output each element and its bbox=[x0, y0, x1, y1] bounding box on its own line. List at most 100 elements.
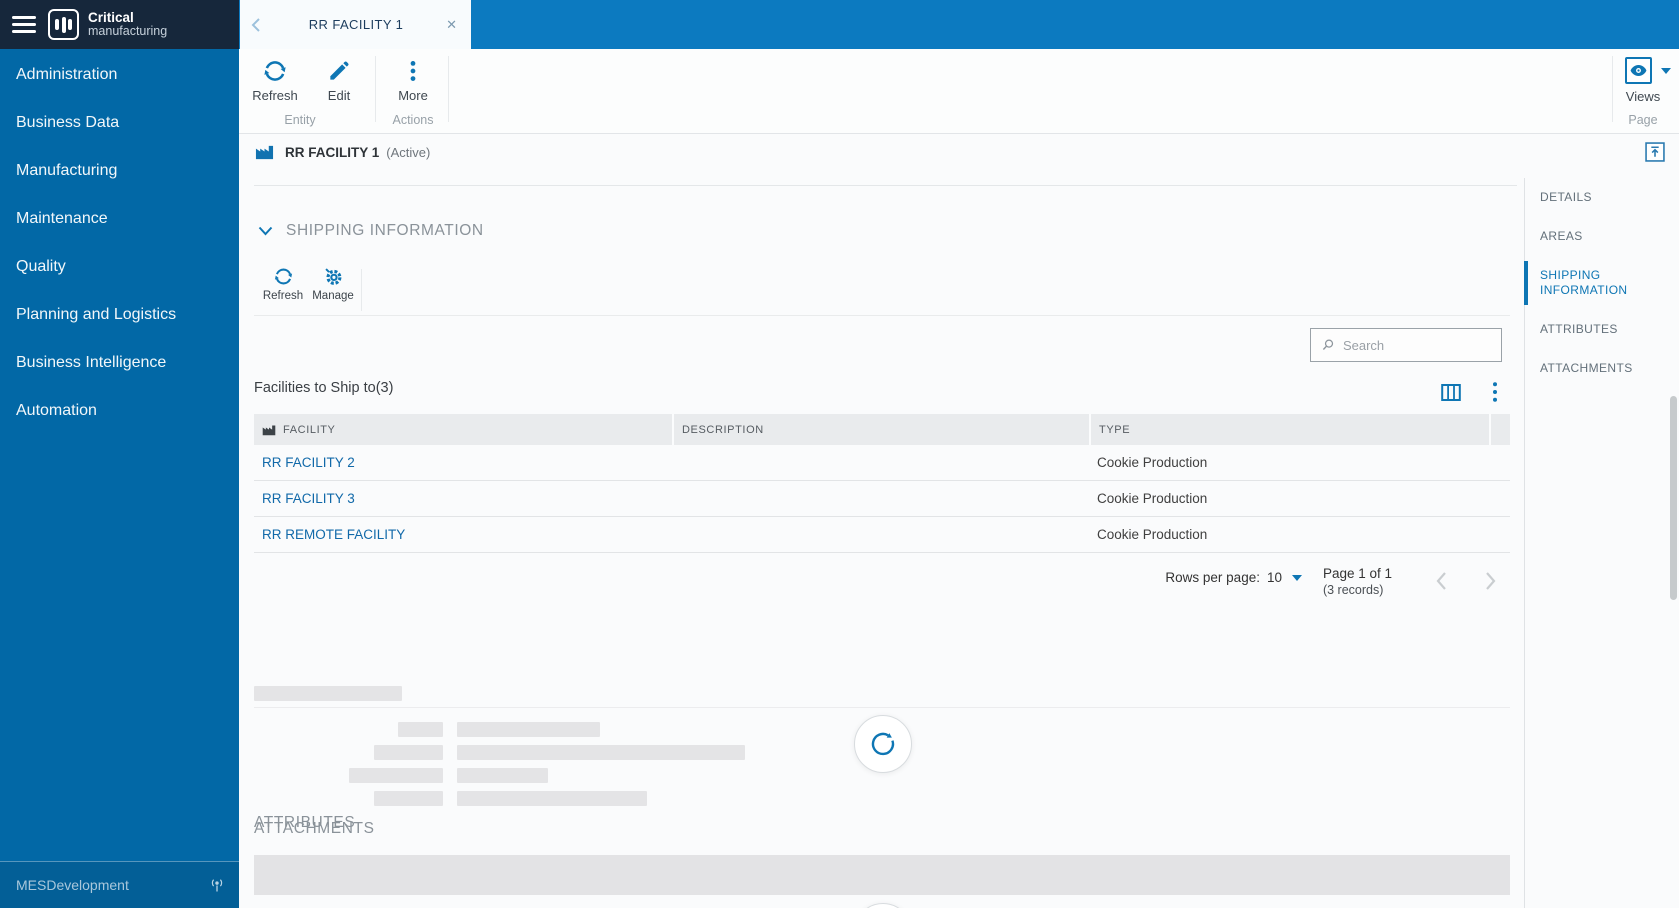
right-nav-shipping-information[interactable]: SHIPPING INFORMATION bbox=[1525, 256, 1650, 310]
type-cell: Cookie Production bbox=[1089, 481, 1489, 517]
sidebar-item-planning-and-logistics[interactable]: Planning and Logistics bbox=[0, 291, 239, 339]
divider bbox=[254, 707, 1510, 708]
connection-status-icon bbox=[209, 878, 225, 893]
sidebar-item-administration[interactable]: Administration bbox=[0, 51, 239, 99]
brand-name: Criticalmanufacturing bbox=[88, 11, 167, 38]
breadcrumb-title: RR FACILITY 1 bbox=[285, 145, 379, 160]
type-cell: Cookie Production bbox=[1089, 517, 1489, 553]
spacer-cell bbox=[1489, 481, 1510, 517]
skeleton-bar bbox=[374, 791, 443, 806]
main-content: SHIPPING INFORMATION Refresh Manage bbox=[239, 170, 1679, 908]
sidebar-item-business-intelligence[interactable]: Business Intelligence bbox=[0, 339, 239, 387]
right-nav-areas[interactable]: AREAS bbox=[1525, 217, 1650, 256]
facilities-table: FACILITY DESCRIPTION TYPE RR FACILITY 2 C… bbox=[254, 414, 1510, 553]
group-label-page: Page bbox=[1613, 113, 1673, 127]
sidebar-item-automation[interactable]: Automation bbox=[0, 387, 239, 435]
ribbon-divider bbox=[375, 56, 376, 122]
app-root: AdministrationBusiness DataManufacturing… bbox=[0, 0, 1679, 908]
loading-spinner bbox=[854, 903, 912, 908]
facility-link[interactable]: RR REMOTE FACILITY bbox=[262, 527, 405, 542]
menu-toggle-button[interactable] bbox=[12, 16, 36, 34]
spacer-cell bbox=[1489, 517, 1510, 553]
description-cell bbox=[672, 481, 1089, 517]
topbar: Criticalmanufacturing RR FACILITY 1 ✕ bbox=[0, 0, 1679, 49]
collapse-chevron-icon[interactable] bbox=[258, 226, 273, 236]
right-nav-attributes[interactable]: ATTRIBUTES bbox=[1525, 310, 1650, 349]
tab-back-icon[interactable] bbox=[248, 15, 266, 35]
edit-icon bbox=[326, 58, 352, 84]
refresh-button[interactable]: Refresh bbox=[244, 58, 306, 103]
previous-page-icon[interactable] bbox=[1435, 570, 1448, 592]
type-cell: Cookie Production bbox=[1089, 445, 1489, 481]
scrollbar-thumb[interactable] bbox=[1670, 396, 1677, 600]
search-icon bbox=[1321, 337, 1335, 353]
more-button[interactable]: More bbox=[382, 58, 444, 103]
shipping-refresh-button[interactable]: Refresh bbox=[256, 266, 310, 302]
loading-spinner bbox=[854, 715, 912, 773]
tab-title: RR FACILITY 1 bbox=[266, 17, 446, 32]
description-cell bbox=[672, 517, 1089, 553]
edit-button[interactable]: Edit bbox=[308, 58, 370, 103]
table-row[interactable]: RR FACILITY 2 Cookie Production bbox=[254, 445, 1510, 481]
environment-label: MESDevelopment bbox=[16, 877, 209, 893]
sidebar: AdministrationBusiness DataManufacturing… bbox=[0, 0, 239, 908]
spacer-cell bbox=[1489, 445, 1510, 481]
skeleton-bar bbox=[457, 791, 647, 806]
table-row[interactable]: RR FACILITY 3 Cookie Production bbox=[254, 481, 1510, 517]
environment-selector[interactable]: MESDevelopment bbox=[0, 861, 239, 908]
column-options-icon[interactable] bbox=[1441, 383, 1461, 402]
eye-icon bbox=[1629, 63, 1648, 78]
entity-tab[interactable]: RR FACILITY 1 ✕ bbox=[240, 0, 471, 49]
views-dropdown-icon[interactable] bbox=[1661, 68, 1671, 74]
toolbar-divider bbox=[361, 269, 362, 311]
divider bbox=[254, 315, 1510, 316]
skeleton-bar bbox=[457, 768, 548, 783]
description-cell bbox=[672, 445, 1089, 481]
ribbon-divider bbox=[448, 56, 449, 122]
rows-per-page-caret-icon bbox=[1292, 575, 1302, 581]
column-header-spacer bbox=[1489, 414, 1510, 445]
sidebar-menu: AdministrationBusiness DataManufacturing… bbox=[0, 49, 239, 435]
facility-link[interactable]: RR FACILITY 3 bbox=[262, 491, 355, 506]
facility-icon bbox=[262, 424, 276, 436]
shipping-section-title: SHIPPING INFORMATION bbox=[286, 222, 484, 240]
expand-icon[interactable] bbox=[1645, 142, 1665, 162]
search-input[interactable] bbox=[1343, 338, 1491, 353]
right-nav-details[interactable]: DETAILS bbox=[1525, 178, 1650, 217]
skeleton-bar bbox=[457, 745, 745, 760]
refresh-icon bbox=[273, 266, 294, 287]
table-menu-icon[interactable] bbox=[1491, 381, 1499, 403]
breadcrumb: RR FACILITY 1 (Active) bbox=[239, 134, 1679, 170]
table-row[interactable]: RR REMOTE FACILITY Cookie Production bbox=[254, 517, 1510, 553]
skeleton-bar bbox=[457, 722, 600, 737]
table-header-row: FACILITY DESCRIPTION TYPE bbox=[254, 414, 1510, 445]
facility-icon bbox=[255, 144, 274, 160]
gear-icon bbox=[323, 266, 344, 287]
sidebar-item-maintenance[interactable]: Maintenance bbox=[0, 195, 239, 243]
facility-link[interactable]: RR FACILITY 2 bbox=[262, 455, 355, 470]
tab-close-icon[interactable]: ✕ bbox=[446, 17, 457, 33]
sidebar-item-quality[interactable]: Quality bbox=[0, 243, 239, 291]
table-title: Facilities to Ship to(3) bbox=[254, 380, 393, 396]
attachments-section-title: ATTACHMENTS bbox=[254, 820, 375, 838]
sidebar-item-business-data[interactable]: Business Data bbox=[0, 99, 239, 147]
right-nav-attachments[interactable]: ATTACHMENTS bbox=[1525, 349, 1650, 388]
table-search bbox=[1310, 328, 1502, 362]
skeleton-bar bbox=[398, 722, 443, 737]
more-icon bbox=[400, 58, 426, 84]
brand-logo[interactable]: Criticalmanufacturing bbox=[48, 9, 167, 40]
rows-per-page-value: 10 bbox=[1267, 570, 1282, 585]
shipping-manage-button[interactable]: Manage bbox=[306, 266, 360, 302]
skeleton-bar bbox=[254, 855, 1510, 895]
sidebar-item-manufacturing[interactable]: Manufacturing bbox=[0, 147, 239, 195]
next-page-icon[interactable] bbox=[1484, 570, 1497, 592]
group-label-entity: Entity bbox=[240, 113, 360, 127]
rows-per-page-label: Rows per page: bbox=[1165, 570, 1260, 585]
shipping-section-header: SHIPPING INFORMATION bbox=[258, 222, 484, 240]
rows-per-page-select[interactable]: Rows per page: 10 bbox=[1165, 570, 1302, 585]
views-button[interactable] bbox=[1625, 57, 1652, 84]
column-header-type[interactable]: TYPE bbox=[1089, 414, 1489, 445]
column-header-description[interactable]: DESCRIPTION bbox=[672, 414, 1089, 445]
column-header-facility[interactable]: FACILITY bbox=[254, 414, 672, 445]
status-badge: (Active) bbox=[386, 145, 430, 160]
